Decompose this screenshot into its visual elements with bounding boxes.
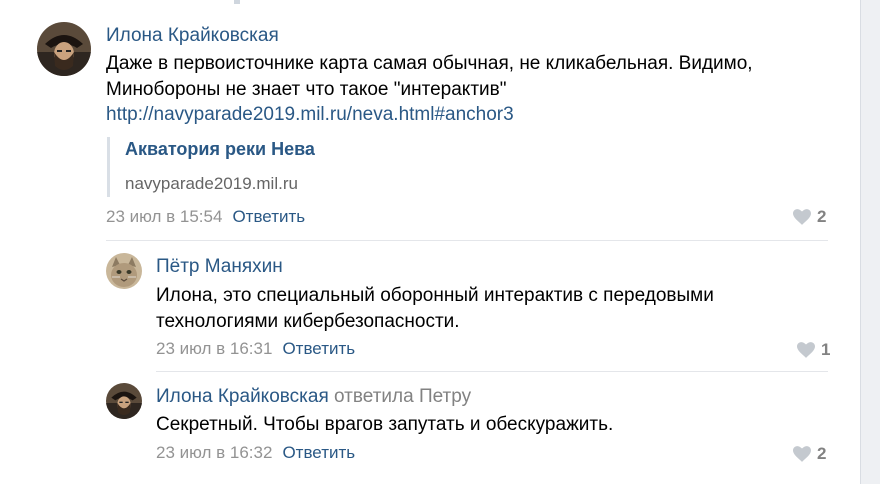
avatar-image-icon	[106, 253, 142, 289]
comment-date[interactable]: 23 июл в 16:32	[156, 443, 272, 462]
like-button[interactable]: 1	[797, 340, 830, 360]
heart-icon	[793, 209, 811, 225]
comments-panel: Илона Крайковская Даже в первоисточнике …	[0, 0, 860, 484]
divider	[106, 240, 828, 241]
comment-date[interactable]: 23 июл в 15:54	[106, 207, 222, 226]
comment-text: Илона, это специальный оборонный интерак…	[156, 285, 714, 332]
reply-button[interactable]: Ответить	[232, 207, 305, 226]
link-attachment[interactable]: Акватория реки Нева navyparade2019.mil.r…	[107, 137, 510, 197]
comment-text: Даже в первоисточнике карта самая обычна…	[106, 53, 753, 100]
comment-author[interactable]: Илона Крайковская	[106, 25, 279, 47]
like-count: 1	[821, 340, 831, 359]
avatar-petr[interactable]	[106, 253, 142, 289]
author-name[interactable]: Илона Крайковская	[156, 386, 329, 407]
comment-date[interactable]: 23 июл в 16:31	[156, 339, 272, 358]
attachment-title[interactable]: Акватория реки Нева	[125, 139, 315, 160]
comment-author: Илона Крайковская ответила Петру	[156, 386, 471, 408]
avatar-ilona[interactable]	[106, 383, 142, 419]
like-count: 2	[817, 207, 827, 226]
avatar-image-icon	[106, 383, 142, 419]
attachment-domain: navyparade2019.mil.ru	[125, 174, 298, 193]
comment-author[interactable]: Пётр Маняхин	[156, 256, 283, 278]
heart-icon	[793, 446, 811, 462]
comment-link[interactable]: http://navyparade2019.mil.ru/neva.html#a…	[106, 104, 514, 126]
comment-meta: 23 июл в 16:32 Ответить	[156, 443, 355, 463]
like-count: 2	[817, 444, 827, 463]
heart-icon	[797, 342, 815, 358]
comment-meta: 23 июл в 15:54 Ответить	[106, 207, 305, 227]
reply-to-label[interactable]: ответила Петру	[334, 386, 471, 407]
reply-button[interactable]: Ответить	[282, 339, 355, 358]
like-button[interactable]: 2	[793, 207, 826, 227]
comment-meta: 23 июл в 16:31 Ответить	[156, 339, 355, 359]
comment-text: Секретный. Чтобы врагов запутать и обеск…	[156, 414, 614, 435]
reply-button[interactable]: Ответить	[282, 443, 355, 462]
top-tick	[234, 0, 240, 4]
like-button[interactable]: 2	[793, 444, 826, 464]
divider	[156, 371, 828, 372]
page-edge	[860, 0, 880, 484]
avatar-image-icon	[37, 22, 91, 76]
avatar-ilona[interactable]	[37, 22, 91, 76]
